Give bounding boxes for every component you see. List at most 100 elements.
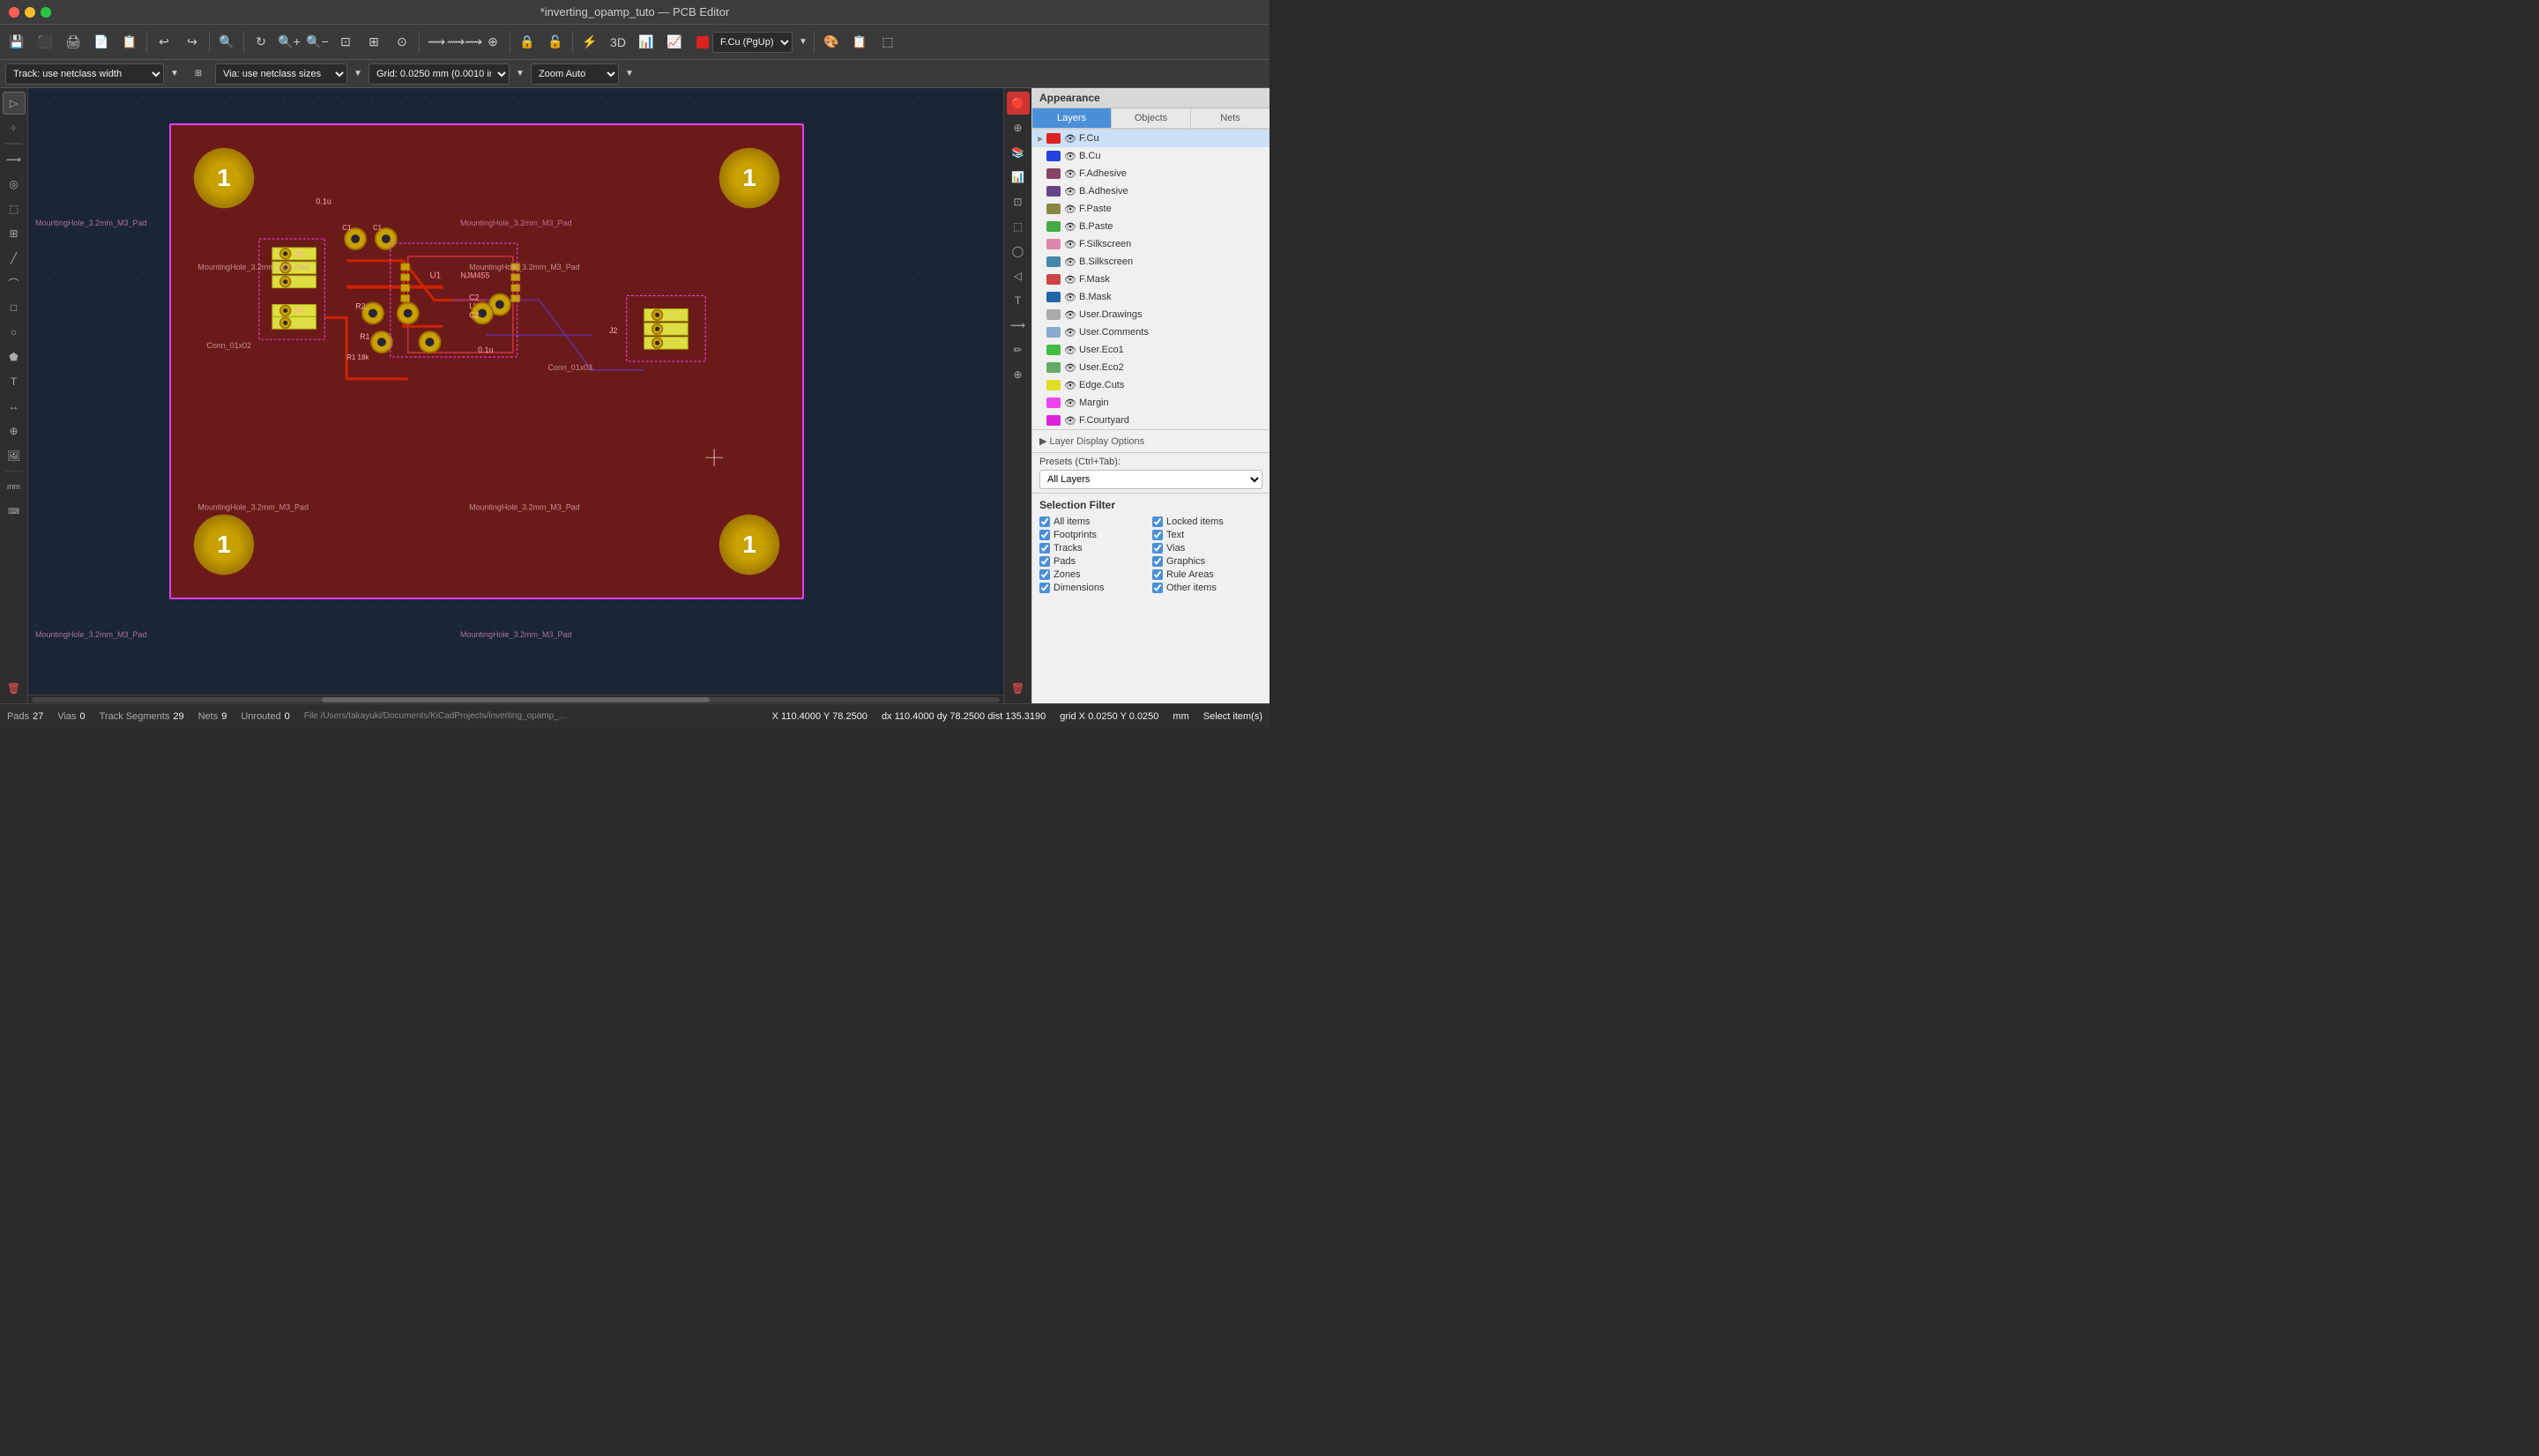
refresh-button[interactable]: ↻ — [248, 30, 274, 55]
net-inspector-rt[interactable]: 📊 — [1007, 166, 1030, 189]
draw-circle-tool[interactable]: ○ — [3, 321, 26, 344]
layer-visibility-icon[interactable]: 👁 — [1064, 291, 1076, 303]
3d-viewer-button[interactable]: 3D — [605, 30, 631, 55]
layer-item-f-silkscreen[interactable]: 👁 F.Silkscreen — [1032, 235, 1270, 253]
zoom-select[interactable]: Zoom Auto — [531, 63, 619, 85]
route-track-button[interactable]: ⟿ — [423, 30, 450, 55]
close-button[interactable] — [9, 7, 19, 18]
layer-visibility-icon[interactable]: 👁 — [1064, 414, 1076, 427]
sf-checkbox-pads[interactable] — [1039, 556, 1050, 567]
delete-tool[interactable]: 🗑 — [3, 677, 26, 700]
track-width-expand[interactable]: ▼ — [168, 62, 182, 86]
sf-checkbox-tracks[interactable] — [1039, 543, 1050, 553]
tab-objects[interactable]: Objects — [1112, 108, 1191, 128]
measure-tool[interactable]: mm — [3, 475, 26, 498]
draw-polygon-tool[interactable]: ⬟ — [3, 345, 26, 368]
layer-selector-expand[interactable]: ▼ — [796, 30, 810, 55]
presets-select[interactable]: All Layers Front Layers Back Layers Inne… — [1039, 470, 1262, 489]
add-via-tool[interactable]: ◎ — [3, 173, 26, 196]
sf-checkbox-footprints[interactable] — [1039, 530, 1050, 540]
horizontal-scrollbar[interactable] — [28, 695, 1003, 703]
highlight-net-tool[interactable]: 🔴 — [1007, 92, 1030, 115]
gerber-button[interactable]: ⬛ — [32, 30, 58, 55]
layer-visibility-icon[interactable]: 👁 — [1064, 361, 1076, 374]
layer-visibility-icon[interactable]: 👁 — [1064, 273, 1076, 286]
layer-item-b-silkscreen[interactable]: 👁 B.Silkscreen — [1032, 253, 1270, 271]
layer-visibility-icon[interactable]: 👁 — [1064, 132, 1076, 145]
add-text-tool[interactable]: T — [3, 370, 26, 393]
add-dimension-tool[interactable]: ↔ — [3, 395, 26, 418]
add-image-tool[interactable]: 🖼 — [3, 444, 26, 467]
layer-item-f-mask[interactable]: 👁 F.Mask — [1032, 271, 1270, 288]
add-zone-tool[interactable]: ⬚ — [3, 197, 26, 220]
layer-visibility-icon[interactable]: 👁 — [1064, 326, 1076, 338]
zoom-out-button[interactable]: 🔍− — [304, 30, 331, 55]
sf-checkbox-zones[interactable] — [1039, 569, 1050, 580]
layer-item-user-eco2[interactable]: 👁 User.Eco2 — [1032, 359, 1270, 376]
layer-item-b-mask[interactable]: 👁 B.Mask — [1032, 288, 1270, 306]
layer-item-b-adhesive[interactable]: 👁 B.Adhesive — [1032, 182, 1270, 200]
add-footprint-tool[interactable]: ⊕ — [3, 420, 26, 442]
sf-checkbox-vias[interactable] — [1152, 543, 1163, 553]
undo-button[interactable]: ↩ — [151, 30, 177, 55]
save-button[interactable]: 💾 — [4, 30, 30, 55]
layer-visibility-icon[interactable]: 👁 — [1064, 379, 1076, 391]
zoom-expand[interactable]: ▼ — [622, 62, 637, 86]
layer-visibility-icon[interactable]: 👁 — [1064, 256, 1076, 268]
minimize-button[interactable] — [25, 7, 35, 18]
print3-button[interactable]: 📋 — [116, 30, 143, 55]
layer-visibility-icon[interactable]: 👁 — [1064, 220, 1076, 233]
layer-dropdown[interactable]: F.Cu (PgUp) B.Cu — [712, 32, 793, 53]
add-fp-rt[interactable]: ⊕ — [1007, 363, 1030, 386]
pcb-lib-table-tool[interactable]: 📚 — [1007, 141, 1030, 164]
layer-selector[interactable]: F.Cu (PgUp) B.Cu ▼ — [696, 30, 810, 55]
layer-visibility-icon[interactable]: 👁 — [1064, 167, 1076, 180]
appearance-button[interactable]: 🎨 — [818, 30, 845, 55]
sf-checkbox-dimensions[interactable] — [1039, 583, 1050, 593]
route-diff-pair-button[interactable]: ⟿⟿ — [451, 30, 478, 55]
layer-item-margin[interactable]: 👁 Margin — [1032, 394, 1270, 412]
redo-button[interactable]: ↪ — [179, 30, 205, 55]
draw-line-tool[interactable]: ╱ — [3, 247, 26, 270]
tab-nets[interactable]: Nets — [1191, 108, 1270, 128]
text-tool-rt[interactable]: T — [1007, 289, 1030, 312]
sf-checkbox-all-items[interactable] — [1039, 516, 1050, 527]
inspect-tool[interactable]: ⊹ — [3, 116, 26, 139]
add-rule-area-tool[interactable]: ⊞ — [3, 222, 26, 245]
layer-visibility-icon[interactable]: 👁 — [1064, 185, 1076, 197]
board-stats-button[interactable]: 📈 — [661, 30, 688, 55]
track-width-settings[interactable]: ⊞ — [185, 62, 212, 86]
drc-button[interactable]: ⚡ — [577, 30, 603, 55]
draw-arc-tool[interactable]: ⌒ — [3, 271, 26, 294]
layer-item-f-cu[interactable]: ▶ 👁 F.Cu — [1032, 130, 1270, 147]
layer-item-b-cu[interactable]: 👁 B.Cu — [1032, 147, 1270, 165]
print2-button[interactable]: 📄 — [88, 30, 115, 55]
maximize-button[interactable] — [41, 7, 51, 18]
select-filter-tool[interactable]: ◯ — [1007, 240, 1030, 263]
interactive-router-button[interactable]: ⊕ — [480, 30, 506, 55]
zoom-area-button[interactable]: ⊞ — [361, 30, 387, 55]
layer-item-user-drawings[interactable]: 👁 User.Drawings — [1032, 306, 1270, 323]
scroll-thumb[interactable] — [322, 697, 709, 702]
back-tool[interactable]: ◁ — [1007, 264, 1030, 287]
layer-visibility-icon[interactable]: 👁 — [1064, 238, 1076, 250]
layer-visibility-icon[interactable]: 👁 — [1064, 308, 1076, 321]
sf-checkbox-rule-areas[interactable] — [1152, 569, 1163, 580]
sf-checkbox-locked-items[interactable] — [1152, 516, 1163, 527]
print-button[interactable]: 🖨 — [60, 30, 86, 55]
pad-properties-tool[interactable]: ⊡ — [1007, 190, 1030, 213]
sf-checkbox-text[interactable] — [1152, 530, 1163, 540]
layer-display-toggle[interactable]: ▶ Layer Display Options — [1039, 434, 1262, 449]
scripting-console[interactable]: ⌨ — [3, 500, 26, 523]
fp-properties-tool[interactable]: ⬚ — [1007, 215, 1030, 238]
net-inspector-button[interactable]: 📊 — [633, 30, 659, 55]
find-button[interactable]: 🔍 — [213, 30, 240, 55]
zoom-fit-button[interactable]: ⊡ — [332, 30, 359, 55]
layer-visibility-icon[interactable]: 👁 — [1064, 344, 1076, 356]
footprint-button[interactable]: ⬚ — [875, 30, 901, 55]
push-shove-tool[interactable]: ✏ — [1007, 338, 1030, 361]
via-size-select[interactable]: Via: use netclass sizes — [215, 63, 347, 85]
delete-rt[interactable]: 🗑 — [1007, 677, 1030, 700]
router-settings-tool[interactable]: ⟿ — [1007, 314, 1030, 337]
via-expand[interactable]: ▼ — [351, 62, 365, 86]
